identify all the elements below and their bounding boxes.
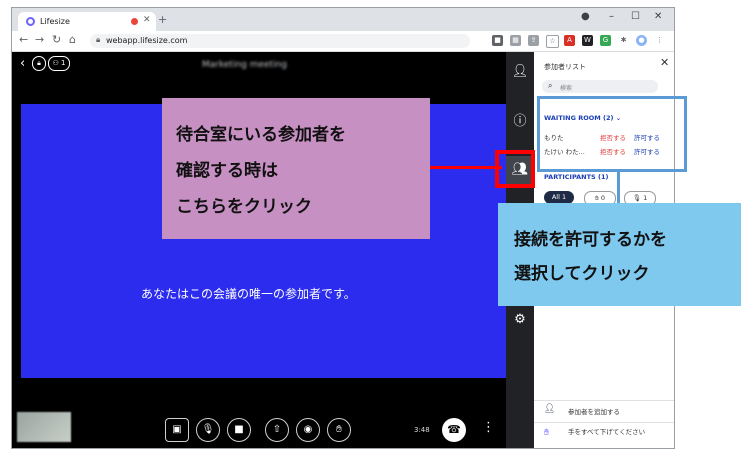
add-user-icon[interactable]: 👤︎ [506, 64, 534, 86]
info-icon[interactable]: ⓘ [506, 110, 534, 132]
lock-meeting-icon[interactable]: 🔒︎ [32, 56, 46, 71]
settings-icon[interactable]: ⚙︎ [506, 312, 534, 334]
layout-button[interactable]: ▣ [165, 418, 189, 442]
puzzle-icon[interactable]: ✱ [618, 35, 629, 46]
url-text: webapp.lifesize.com [106, 36, 188, 45]
callout-line: 待合室にいる参加者を [176, 125, 346, 145]
lower-hands-row[interactable]: ✋︎ 手をすべて下げてください [534, 422, 674, 445]
instruction-callout-allow: 接続を許可するかを 選択してクリック [498, 203, 741, 306]
minimize-button[interactable]: – [609, 11, 614, 22]
search-placeholder: 検索 [560, 85, 573, 92]
close-tab-icon[interactable]: ✕ [143, 15, 151, 25]
add-participant-row[interactable]: 👤︎ 参加者を追加する [534, 400, 674, 419]
chip-count: 1 [562, 193, 567, 201]
chip-label: All [551, 193, 560, 201]
star-icon[interactable]: ☆ [546, 35, 559, 48]
chip-count: 1 [643, 194, 648, 202]
grid-icon[interactable]: G [600, 35, 611, 46]
maximize-button[interactable]: ☐ [631, 11, 640, 22]
lock-icon: 🔒︎ [96, 35, 101, 44]
participant-count: 1 [61, 59, 66, 67]
pdf-icon[interactable]: A [564, 35, 575, 46]
record-button[interactable]: ◉ [296, 418, 320, 442]
recording-indicator-icon [131, 18, 138, 25]
add-participant-label: 参加者を追加する [568, 408, 620, 416]
red-highlight-box [495, 150, 535, 188]
close-window-button[interactable]: ✕ [654, 11, 662, 22]
profile-icon[interactable]: ● [636, 35, 647, 46]
browser-tab[interactable]: Lifesize ✕ [18, 12, 156, 31]
blue-connector-line [617, 172, 620, 204]
mic-button[interactable]: 🎙︎ [196, 418, 220, 442]
participant-search-input[interactable]: ⌕ 検索 [542, 80, 658, 93]
callout-line: 接続を許可するかを [514, 230, 667, 250]
tab-bar: Lifesize ✕ + ● – ☐ ✕ [12, 8, 674, 31]
back-icon[interactable]: ← [19, 33, 28, 46]
camera-icon[interactable]: ■ [492, 35, 503, 46]
hand-icon: ✋︎ [544, 428, 550, 438]
chip-count: 0 [600, 194, 605, 202]
camera-button[interactable]: ■ [227, 418, 251, 442]
meeting-title: Marketing meeting [202, 60, 288, 70]
lifesize-logo-icon [26, 17, 35, 26]
qr-icon[interactable]: ▦ [510, 35, 521, 46]
reload-icon[interactable]: ↻ [52, 33, 61, 46]
tab-title: Lifesize [40, 17, 70, 26]
search-icon: ⌕ [548, 81, 553, 90]
add-participant-icon: 👤︎ [544, 404, 556, 414]
participant-count-pill[interactable]: ⚇ 1 [48, 56, 70, 71]
callout-line: 確認する時は [176, 161, 278, 181]
menu-icon[interactable]: ⋮ [654, 35, 665, 46]
instruction-callout-waiting-room: 待合室にいる参加者を 確認する時は こちらをクリック [162, 98, 430, 239]
back-arrow-icon[interactable]: ‹ [20, 56, 25, 71]
callout-line: 選択してクリック [514, 264, 650, 284]
participants-label: PARTICIPANTS (1) [544, 173, 609, 181]
panel-title: 参加者リスト [544, 63, 586, 71]
address-bar-row: ← → ↻ ⌂ 🔒︎ webapp.lifesize.com ■ ▦ ⇪ ☆ A… [12, 31, 674, 52]
share-icon[interactable]: ⇪ [528, 35, 539, 46]
ext-icon[interactable]: W [582, 35, 593, 46]
meeting-timer: 3:48 [414, 426, 430, 434]
new-tab-button[interactable]: + [158, 13, 167, 26]
url-input[interactable]: 🔒︎ webapp.lifesize.com [90, 34, 470, 48]
account-icon[interactable]: ● [581, 11, 590, 22]
alone-message: あなたはこの会議の唯一の参加者です。 [141, 287, 356, 301]
hang-up-button[interactable]: ☎︎ [442, 418, 466, 442]
forward-icon[interactable]: → [35, 33, 44, 46]
share-screen-button[interactable]: ⇧ [265, 418, 289, 442]
close-panel-icon[interactable]: ✕ [660, 56, 669, 69]
more-options-icon[interactable]: ⋮ [482, 420, 495, 435]
blue-highlight-box [537, 96, 687, 172]
red-connector-line [430, 166, 502, 169]
raise-hand-button[interactable]: ✋︎ [327, 418, 351, 442]
callout-line: こちらをクリック [176, 197, 312, 217]
home-icon[interactable]: ⌂ [69, 33, 76, 46]
self-view-thumbnail[interactable] [17, 412, 71, 442]
lower-hands-label: 手をすべて下げてください [568, 428, 646, 436]
